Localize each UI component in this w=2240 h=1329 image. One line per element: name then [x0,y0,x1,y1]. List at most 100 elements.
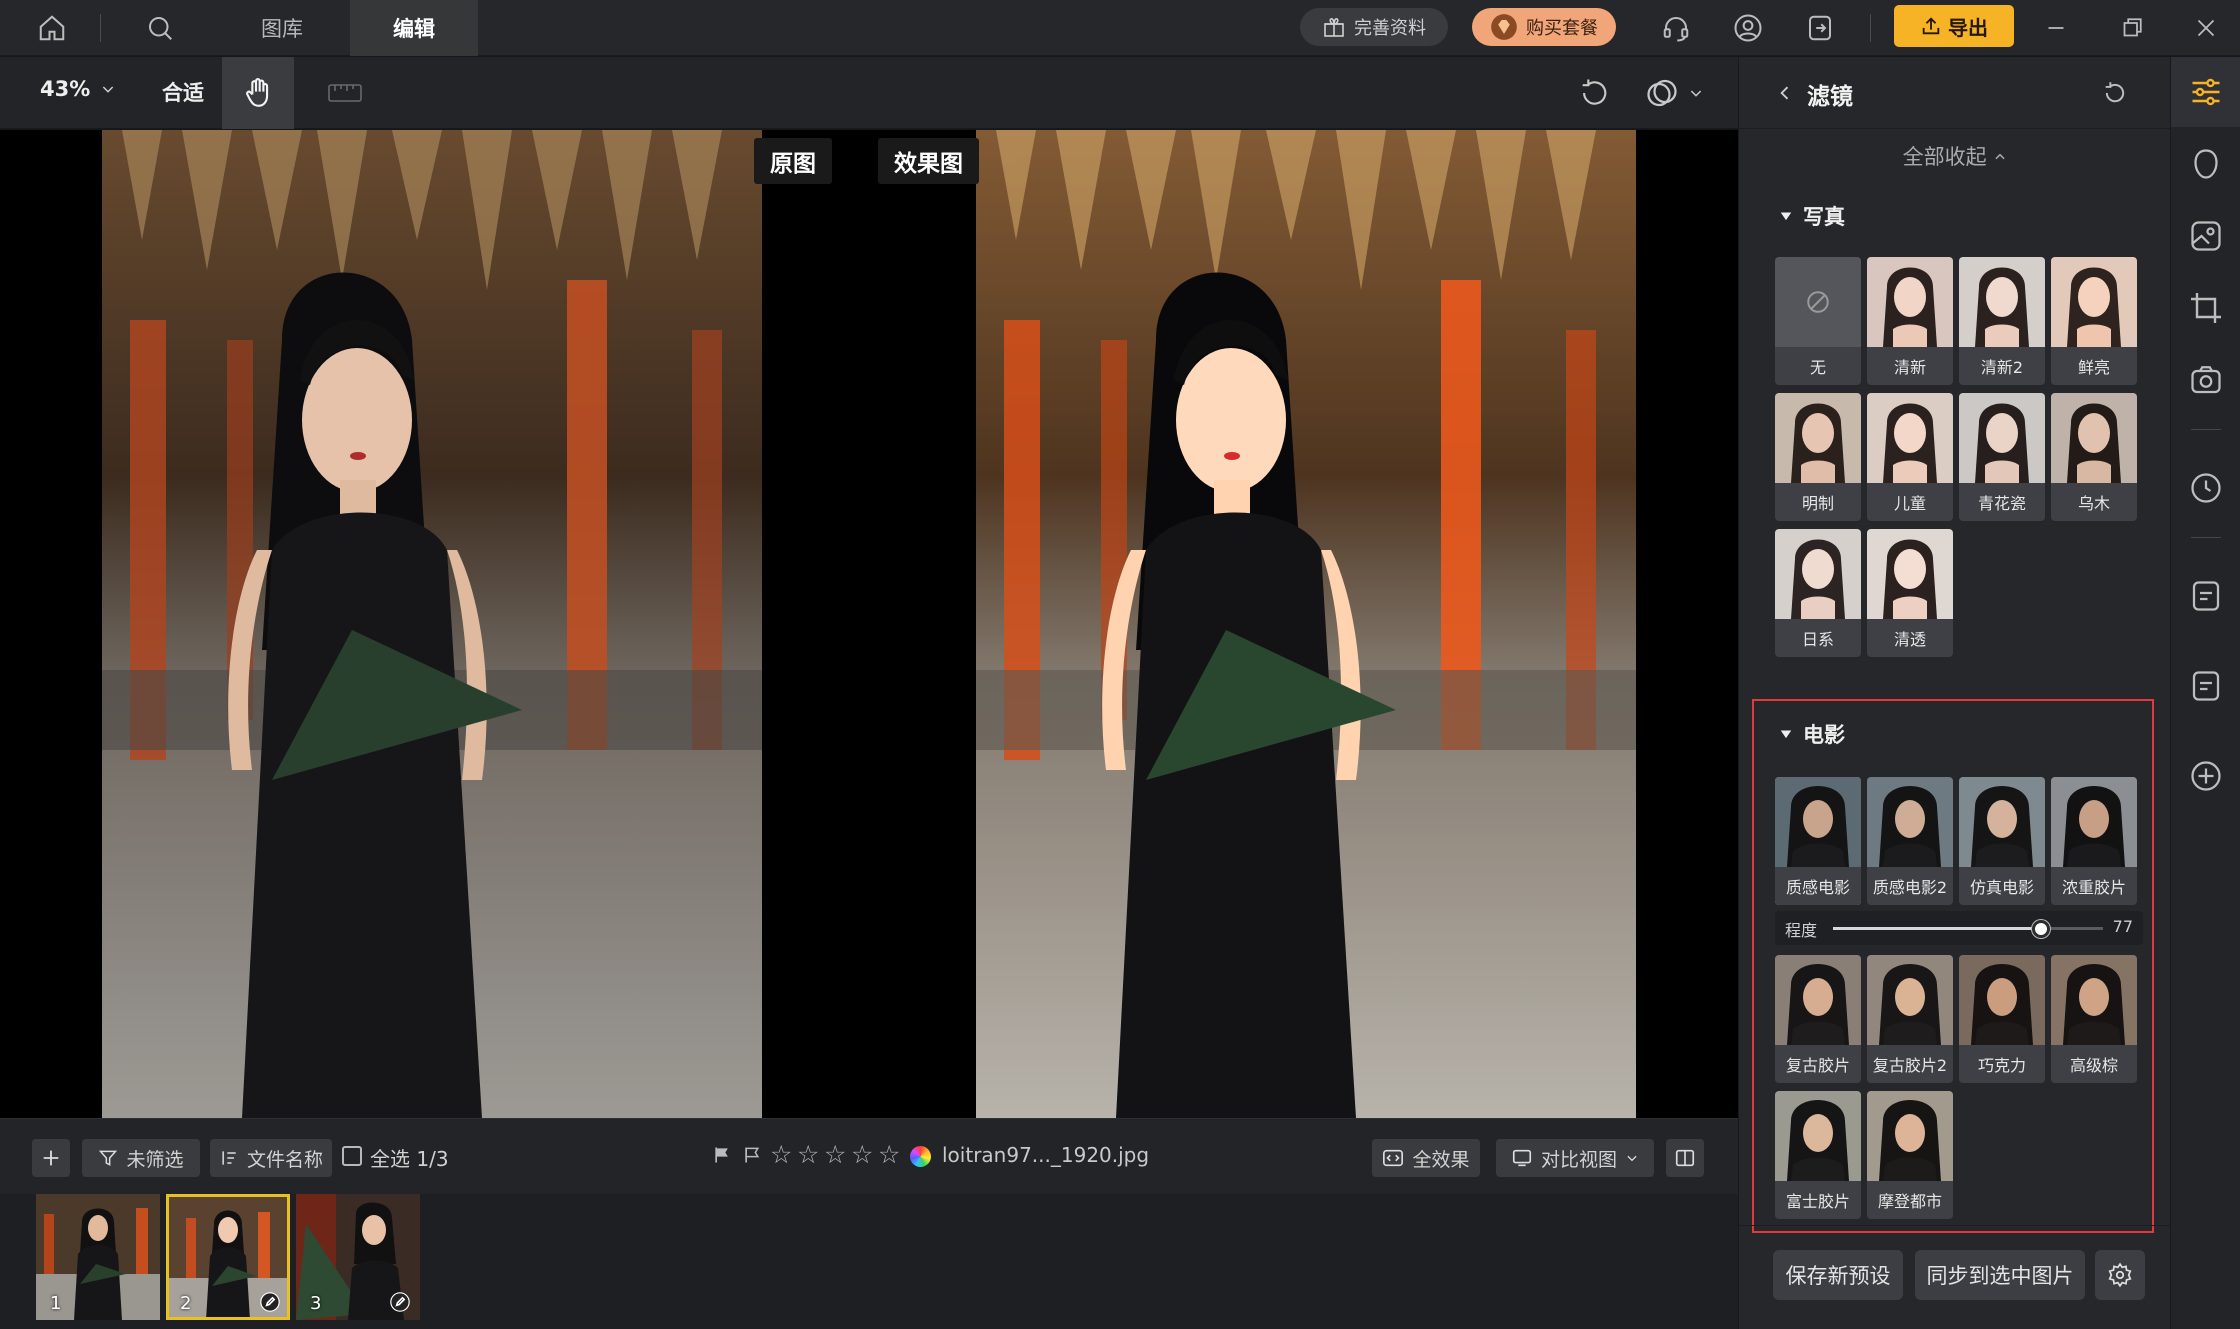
preset-retro-film[interactable]: 复古胶片 [1775,955,1861,1083]
section-portrait-title: 写真 [1803,205,1845,229]
all-effects-button[interactable]: 全效果 [1372,1139,1480,1177]
hand-tool-button[interactable] [222,57,294,129]
filter-button[interactable]: 未筛选 [82,1139,200,1177]
fit-button[interactable]: 合适 [162,77,204,107]
preset-premium-brown[interactable]: 高级棕 [2051,955,2137,1083]
star-icon[interactable]: ☆ [851,1140,873,1169]
preset-chocolate[interactable]: 巧克力 [1959,955,2045,1083]
headset-icon[interactable] [1654,6,1698,50]
save-preset-button[interactable]: 保存新预设 [1773,1250,1903,1300]
preset-children[interactable]: 儿童 [1867,393,1953,521]
preset-simulated-film[interactable]: 仿真电影 [1959,777,2045,905]
search-icon[interactable] [138,6,182,50]
image-icon [2191,221,2221,251]
sidebar-item-camera[interactable] [2171,345,2240,415]
star-icon[interactable]: ☆ [878,1140,900,1169]
thumbnail-number: 3 [310,1293,322,1314]
preset-textured-film-2[interactable]: 质感电影2 [1867,777,1953,905]
add-button[interactable] [32,1139,70,1177]
document-icon [2192,671,2220,701]
section-movie-title: 电影 [1803,723,1845,747]
collapse-all-button[interactable]: 全部收起 [1739,141,2171,171]
sidebar-item-image-edit[interactable] [2171,201,2240,271]
export-button[interactable]: 导出 [1894,5,2014,47]
preset-thumb [1867,529,1953,619]
overlap-circles-icon [1647,79,1677,107]
slider-handle[interactable] [2031,920,2050,938]
preset-ming[interactable]: 明制 [1775,393,1861,521]
star-icon[interactable]: ☆ [797,1140,819,1169]
triangle-down-icon [1780,212,1792,221]
sidebar-item-info[interactable] [2171,651,2240,721]
minimize-icon[interactable] [2034,6,2078,50]
undo-button[interactable] [1572,71,1616,115]
sort-by-filename-button[interactable]: 文件名称 [210,1139,332,1177]
preset-clear[interactable]: 清透 [1867,529,1953,657]
star-icon[interactable]: ☆ [824,1140,846,1169]
back-chevron-icon[interactable] [1775,83,1795,103]
reject-flag-icon[interactable] [742,1145,762,1165]
thumbnail[interactable]: 3 [296,1194,420,1320]
preset-thumb [2051,257,2137,347]
chevron-down-icon [1627,1155,1637,1162]
reset-icon[interactable] [2101,79,2129,107]
split-view-button[interactable] [1666,1139,1704,1177]
tab-edit[interactable]: 编辑 [350,0,478,56]
close-icon[interactable] [2184,6,2228,50]
preset-modern-city[interactable]: 摩登都市 [1867,1091,1953,1219]
sync-to-selected-button[interactable]: 同步到选中图片 [1915,1250,2085,1300]
home-icon[interactable] [30,6,74,50]
pencil-icon [260,1292,280,1312]
color-label-icon[interactable] [910,1146,931,1167]
undo-icon [1582,79,1607,105]
thumbnail[interactable]: 1 [36,1194,160,1320]
after-label[interactable]: 效果图 [878,138,979,184]
select-all-checkbox[interactable] [342,1146,362,1166]
preset-blue-white-porcelain[interactable]: 青花瓷 [1959,393,2045,521]
ruler-button[interactable] [318,71,372,115]
preset-settings-button[interactable] [2095,1250,2145,1300]
complete-info-button[interactable]: 完善资料 [1300,8,1448,46]
preset-label: 鲜亮 [2051,347,2137,385]
zoom-dropdown[interactable]: 43% [40,77,116,101]
preset-retro-film-2[interactable]: 复古胶片2 [1867,955,1953,1083]
preset-vivid[interactable]: 鲜亮 [2051,257,2137,385]
preset-textured-film[interactable]: 质感电影 [1775,777,1861,905]
preset-fresh[interactable]: 清新 [1867,257,1953,385]
preset-fuji-film[interactable]: 富士胶片 [1775,1091,1861,1219]
preset-fresh-2[interactable]: 清新2 [1959,257,2045,385]
sidebar-item-history[interactable] [2171,453,2240,523]
section-movie-toggle[interactable]: 电影 [1779,719,1845,749]
filter-panel: 滤镜 全部收起 写真 无 清新 清新2 鲜亮 明制 儿童 青花瓷 乌木 日系 清… [1738,57,2171,1329]
sidebar-item-crop[interactable] [2171,273,2240,343]
thumbnail-selected[interactable]: 2 [166,1194,290,1320]
logout-icon[interactable] [1798,6,1842,50]
sliders-icon [2192,78,2220,106]
user-icon[interactable] [1726,6,1770,50]
preset-none[interactable]: 无 [1775,257,1861,385]
original-photo [102,130,762,1118]
image-canvas[interactable]: 原图 效果图 [0,130,1738,1118]
section-portrait-toggle[interactable]: 写真 [1779,201,1845,231]
tab-library[interactable]: 图库 [222,0,342,56]
before-label[interactable]: 原图 [754,138,832,184]
gift-icon [1324,18,1344,37]
compare-view-dropdown[interactable]: 对比视图 [1496,1139,1654,1177]
flag-icon[interactable] [712,1145,732,1165]
sidebar-item-adjust[interactable] [2171,57,2240,127]
sidebar-item-portrait[interactable] [2171,129,2240,199]
buy-package-button[interactable]: 购买套餐 [1472,8,1616,46]
restore-icon[interactable] [2110,6,2154,50]
funnel-icon [99,1150,118,1166]
preset-ebony[interactable]: 乌木 [2051,393,2137,521]
intensity-slider[interactable]: 程度 77 [1775,911,2143,945]
monitor-icon [1512,1149,1532,1167]
preset-heavy-film[interactable]: 浓重胶片 [2051,777,2137,905]
sidebar-item-add[interactable] [2171,741,2240,811]
current-file-name: loitran97..._1920.jpg [942,1143,1150,1167]
preset-japanese[interactable]: 日系 [1775,529,1861,657]
star-icon[interactable]: ☆ [770,1140,792,1169]
select-all-label: 全选 1/3 [370,1147,449,1171]
sidebar-item-notes[interactable] [2171,561,2240,631]
overlay-compare-dropdown[interactable] [1644,71,1724,115]
